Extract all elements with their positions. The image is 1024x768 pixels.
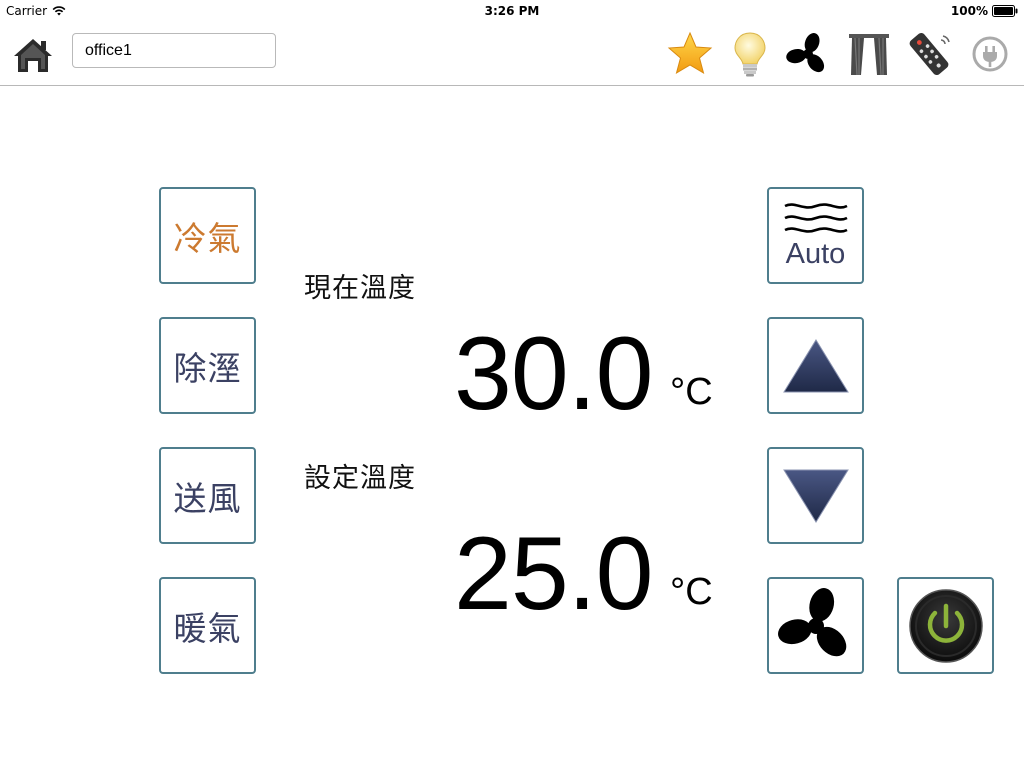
temp-down-button[interactable]	[767, 447, 864, 544]
fan-icon	[786, 33, 825, 73]
clock: 3:26 PM	[484, 4, 540, 18]
battery-area: 100%	[951, 4, 1018, 18]
plug-icon	[972, 36, 1008, 72]
arrow-up-icon	[782, 338, 849, 392]
battery-percent: 100%	[950, 4, 988, 18]
power-icon	[908, 588, 983, 663]
mode-dry-label: 除溼	[173, 348, 242, 388]
fan-swing-button[interactable]	[767, 577, 864, 674]
temp-up-button[interactable]	[767, 317, 864, 414]
mode-fan-label: 送風	[173, 478, 242, 518]
current-temp-unit: °C	[670, 371, 713, 413]
remote-icon	[909, 32, 950, 76]
set-temp-unit: °C	[670, 571, 713, 613]
fan-icon	[777, 587, 846, 656]
power-button[interactable]	[897, 577, 994, 674]
current-temp-label: 現在溫度	[304, 273, 416, 304]
mode-fan-button[interactable]: 送風	[159, 447, 256, 544]
mode-cool-label: 冷氣	[173, 218, 242, 258]
top-bar	[0, 22, 1024, 86]
curtain-icon	[849, 34, 889, 76]
status-bar: Carrier 3:26 PM 100%	[0, 0, 1024, 22]
home-button[interactable]	[12, 36, 54, 74]
favorites-button[interactable]	[666, 30, 714, 78]
set-temp-value: 25.0	[454, 516, 653, 632]
room-name-field[interactable]	[72, 33, 276, 68]
mode-heat-label: 暖氣	[173, 608, 242, 648]
light-bulb-icon	[734, 32, 766, 77]
curtain-button[interactable]	[845, 30, 893, 78]
fan-speed-label: Auto	[785, 238, 846, 270]
power-socket-button[interactable]	[966, 30, 1014, 78]
home-icon	[14, 39, 52, 72]
airflow-waves-icon	[783, 203, 848, 233]
mode-cool-button[interactable]: 冷氣	[159, 187, 256, 284]
mode-dry-button[interactable]: 除溼	[159, 317, 256, 414]
app-root: Carrier 3:26 PM 100% office1 冷氣 除溼 送風 暖氣…	[0, 0, 1024, 768]
mode-heat-button[interactable]: 暖氣	[159, 577, 256, 674]
fan-device-button[interactable]	[784, 30, 832, 78]
battery-icon	[992, 5, 1018, 17]
lighting-button[interactable]	[726, 30, 774, 78]
star-icon	[667, 31, 713, 75]
arrow-down-icon	[782, 469, 849, 523]
current-temp-value: 30.0	[454, 316, 653, 432]
set-temp-label: 設定溫度	[304, 463, 416, 494]
remote-button[interactable]	[905, 30, 953, 78]
fan-speed-button[interactable]: Auto	[767, 187, 864, 284]
